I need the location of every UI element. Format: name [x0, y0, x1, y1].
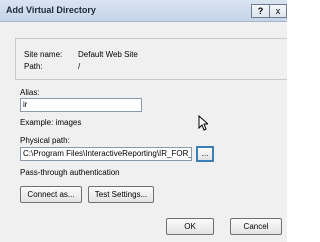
title-bar: Add Virtual Directory ? x	[0, 0, 287, 22]
browse-button[interactable]: ...	[196, 146, 214, 162]
alias-label: Alias:	[20, 88, 40, 97]
site-name-label: Site name:	[24, 50, 63, 59]
help-button[interactable]: ?	[251, 4, 270, 18]
site-info-group: Site name: Default Web Site Path: /	[15, 38, 287, 80]
alias-example-text: Example: images	[20, 118, 82, 127]
site-name-value: Default Web Site	[78, 50, 138, 59]
alias-input[interactable]: ir	[20, 98, 142, 112]
mouse-pointer-icon	[198, 115, 208, 131]
physical-path-label: Physical path:	[20, 136, 70, 145]
physical-path-input[interactable]: C:\Program Files\InteractiveReporting\IR…	[20, 147, 192, 161]
cancel-button[interactable]: Cancel	[230, 218, 282, 235]
connect-as-button[interactable]: Connect as...	[20, 186, 82, 203]
close-button[interactable]: x	[270, 4, 287, 18]
ok-button[interactable]: OK	[166, 218, 214, 235]
pass-through-auth-text: Pass-through authentication	[20, 168, 120, 177]
path-value: /	[78, 62, 81, 71]
add-virtual-directory-dialog: Add Virtual Directory ? x Site name: Def…	[0, 0, 287, 242]
test-settings-button[interactable]: Test Settings...	[88, 186, 154, 203]
dialog-title: Add Virtual Directory	[6, 5, 96, 15]
path-label: Path:	[24, 62, 43, 71]
